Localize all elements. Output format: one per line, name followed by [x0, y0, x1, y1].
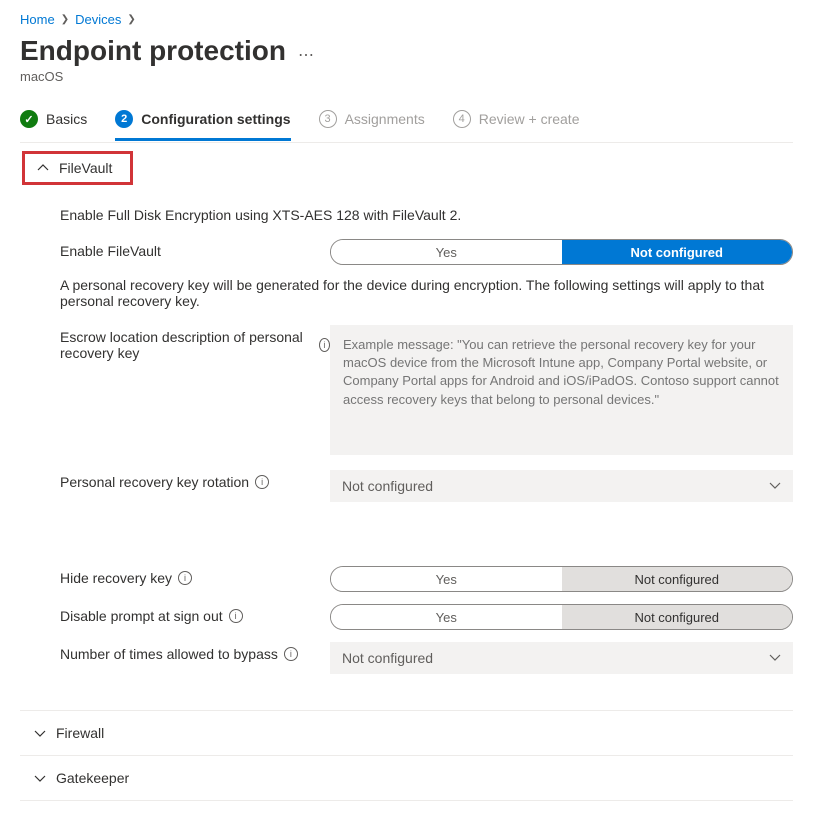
toggle-not-configured[interactable]: Not configured: [562, 567, 793, 591]
hide-recovery-key-label: Hide recovery key: [60, 570, 172, 586]
bypass-label: Number of times allowed to bypass: [60, 646, 278, 662]
breadcrumb: Home ❯ Devices ❯: [20, 8, 793, 31]
escrow-location-label: Escrow location description of personal …: [60, 329, 313, 361]
chevron-right-icon: ❯: [61, 14, 69, 25]
rotation-label: Personal recovery key rotation: [60, 474, 249, 490]
breadcrumb-devices[interactable]: Devices: [75, 12, 121, 27]
escrow-location-textarea[interactable]: [330, 325, 793, 455]
disable-prompt-toggle[interactable]: Yes Not configured: [330, 604, 793, 630]
tab-assignments[interactable]: 3 Assignments: [319, 110, 425, 141]
section-header-firewall[interactable]: Firewall: [20, 710, 793, 755]
toggle-not-configured[interactable]: Not configured: [562, 605, 793, 629]
filevault-body: Enable Full Disk Encryption using XTS-AE…: [20, 193, 793, 710]
toggle-yes[interactable]: Yes: [331, 567, 562, 591]
rotation-value: Not configured: [342, 478, 433, 494]
chevron-down-icon: [34, 772, 46, 784]
wizard-tabs: Basics 2 Configuration settings 3 Assign…: [20, 110, 793, 142]
bypass-select[interactable]: Not configured: [330, 642, 793, 674]
chevron-down-icon: [769, 650, 781, 666]
section-title-firewall: Firewall: [56, 725, 104, 741]
step-4-icon: 4: [453, 110, 471, 128]
enable-filevault-toggle[interactable]: Yes Not configured: [330, 239, 793, 265]
breadcrumb-home[interactable]: Home: [20, 12, 55, 27]
hide-recovery-key-toggle[interactable]: Yes Not configured: [330, 566, 793, 592]
section-header-gatekeeper[interactable]: Gatekeeper: [20, 755, 793, 801]
tab-config-label: Configuration settings: [141, 111, 290, 127]
tab-assign-label: Assignments: [345, 111, 425, 127]
toggle-yes[interactable]: Yes: [331, 605, 562, 629]
chevron-right-icon: ❯: [127, 14, 135, 25]
info-icon[interactable]: i: [178, 571, 192, 585]
section-title-filevault: FileVault: [59, 160, 112, 176]
chevron-down-icon: [769, 478, 781, 494]
chevron-down-icon: [34, 727, 46, 739]
tab-configuration-settings[interactable]: 2 Configuration settings: [115, 110, 290, 141]
filevault-description-2: A personal recovery key will be generate…: [60, 277, 793, 309]
step-2-icon: 2: [115, 110, 133, 128]
bypass-value: Not configured: [342, 650, 433, 666]
info-icon[interactable]: i: [319, 338, 330, 352]
enable-filevault-label: Enable FileVault: [60, 243, 161, 259]
more-menu-button[interactable]: ⋯: [298, 45, 315, 65]
check-icon: [20, 110, 38, 128]
tab-basics[interactable]: Basics: [20, 110, 87, 141]
filevault-description-1: Enable Full Disk Encryption using XTS-AE…: [60, 207, 793, 223]
tab-review-label: Review + create: [479, 111, 580, 127]
toggle-yes[interactable]: Yes: [331, 240, 562, 264]
step-3-icon: 3: [319, 110, 337, 128]
rotation-select[interactable]: Not configured: [330, 470, 793, 502]
disable-prompt-label: Disable prompt at sign out: [60, 608, 223, 624]
toggle-not-configured[interactable]: Not configured: [562, 240, 793, 264]
section-header-filevault[interactable]: FileVault: [24, 153, 131, 183]
info-icon[interactable]: i: [229, 609, 243, 623]
tab-review-create[interactable]: 4 Review + create: [453, 110, 580, 141]
section-title-gatekeeper: Gatekeeper: [56, 770, 129, 786]
info-icon[interactable]: i: [284, 647, 298, 661]
tab-basics-label: Basics: [46, 111, 87, 127]
info-icon[interactable]: i: [255, 475, 269, 489]
page-subtitle: macOS: [20, 69, 793, 84]
page-title: Endpoint protection: [20, 35, 286, 67]
chevron-up-icon: [37, 162, 49, 174]
